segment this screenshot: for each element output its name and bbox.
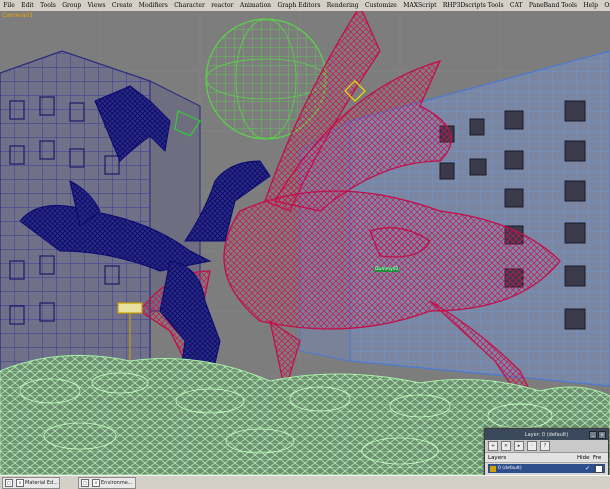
- menu-group[interactable]: Group: [59, 0, 84, 11]
- menu-help[interactable]: Help: [580, 0, 601, 11]
- menu-cat[interactable]: CAT: [507, 0, 526, 11]
- viewport-label[interactable]: Camera01: [2, 12, 33, 19]
- layer-icon: [490, 465, 496, 472]
- select-objects-icon[interactable]: ◦: [527, 441, 537, 451]
- close-icon[interactable]: ×: [92, 479, 100, 487]
- taskbar: □ × Material Ed... □ × Environme...: [0, 475, 610, 489]
- close-icon[interactable]: ×: [598, 431, 606, 439]
- task-environment[interactable]: □ × Environme...: [78, 477, 136, 489]
- menu-rendering[interactable]: Rendering: [324, 0, 362, 11]
- add-to-layer-icon[interactable]: ▸: [514, 441, 524, 451]
- menu-customize[interactable]: Customize: [362, 0, 400, 11]
- menu-views[interactable]: Views: [84, 0, 108, 11]
- menu-create[interactable]: Create: [109, 0, 136, 11]
- menu-animation[interactable]: Animation: [237, 0, 275, 11]
- minimize-icon[interactable]: _: [589, 431, 597, 439]
- column-freeze[interactable]: Fre: [593, 455, 605, 461]
- menu-character[interactable]: Character: [171, 0, 208, 11]
- dummy-tag: Dummy01: [374, 267, 400, 272]
- task-label: Material Ed...: [25, 480, 59, 486]
- layers-toolbar: + × ▸ ◦ ?: [485, 440, 608, 453]
- active-check-icon[interactable]: ✓: [585, 465, 595, 472]
- wireframe-scene: [0, 11, 610, 475]
- menu-reactor[interactable]: reactor: [208, 0, 237, 11]
- menu-scripts-tools[interactable]: RHP3Dscripts Tools: [440, 0, 507, 11]
- new-layer-icon[interactable]: +: [488, 441, 498, 451]
- menu-graph-editors[interactable]: Graph Editors: [274, 0, 323, 11]
- restore-icon[interactable]: □: [81, 479, 89, 487]
- menu-omtrix[interactable]: Omtrix: [601, 0, 610, 11]
- column-layers[interactable]: Layers: [488, 455, 577, 461]
- menu-modifiers[interactable]: Modifiers: [136, 0, 171, 11]
- close-icon[interactable]: ×: [16, 479, 24, 487]
- hide-toggle[interactable]: [595, 464, 603, 473]
- menu-file[interactable]: File: [0, 0, 18, 11]
- menu-edit[interactable]: Edit: [18, 0, 37, 11]
- menu-maxscript[interactable]: MAXScript: [400, 0, 440, 11]
- layer-row-default[interactable]: 0 (default) ✓: [488, 464, 605, 473]
- task-label: Environme...: [101, 480, 133, 486]
- restore-icon[interactable]: □: [5, 479, 13, 487]
- layers-header: Layers Hide Fre: [485, 453, 608, 463]
- help-icon[interactable]: ?: [540, 441, 550, 451]
- layers-titlebar[interactable]: Layer: 0 (default) _ ×: [485, 429, 608, 440]
- task-material-editor[interactable]: □ × Material Ed...: [2, 477, 60, 489]
- layers-title: Layer: 0 (default): [524, 431, 569, 438]
- menu-tools[interactable]: Tools: [37, 0, 59, 11]
- menu-paneband-tools[interactable]: PaneBand Tools: [526, 0, 581, 11]
- layer-name[interactable]: 0 (default): [498, 466, 585, 471]
- camera-viewport[interactable]: Camera01 Dummy01: [0, 11, 610, 475]
- delete-layer-icon[interactable]: ×: [501, 441, 511, 451]
- column-hide[interactable]: Hide: [577, 455, 593, 461]
